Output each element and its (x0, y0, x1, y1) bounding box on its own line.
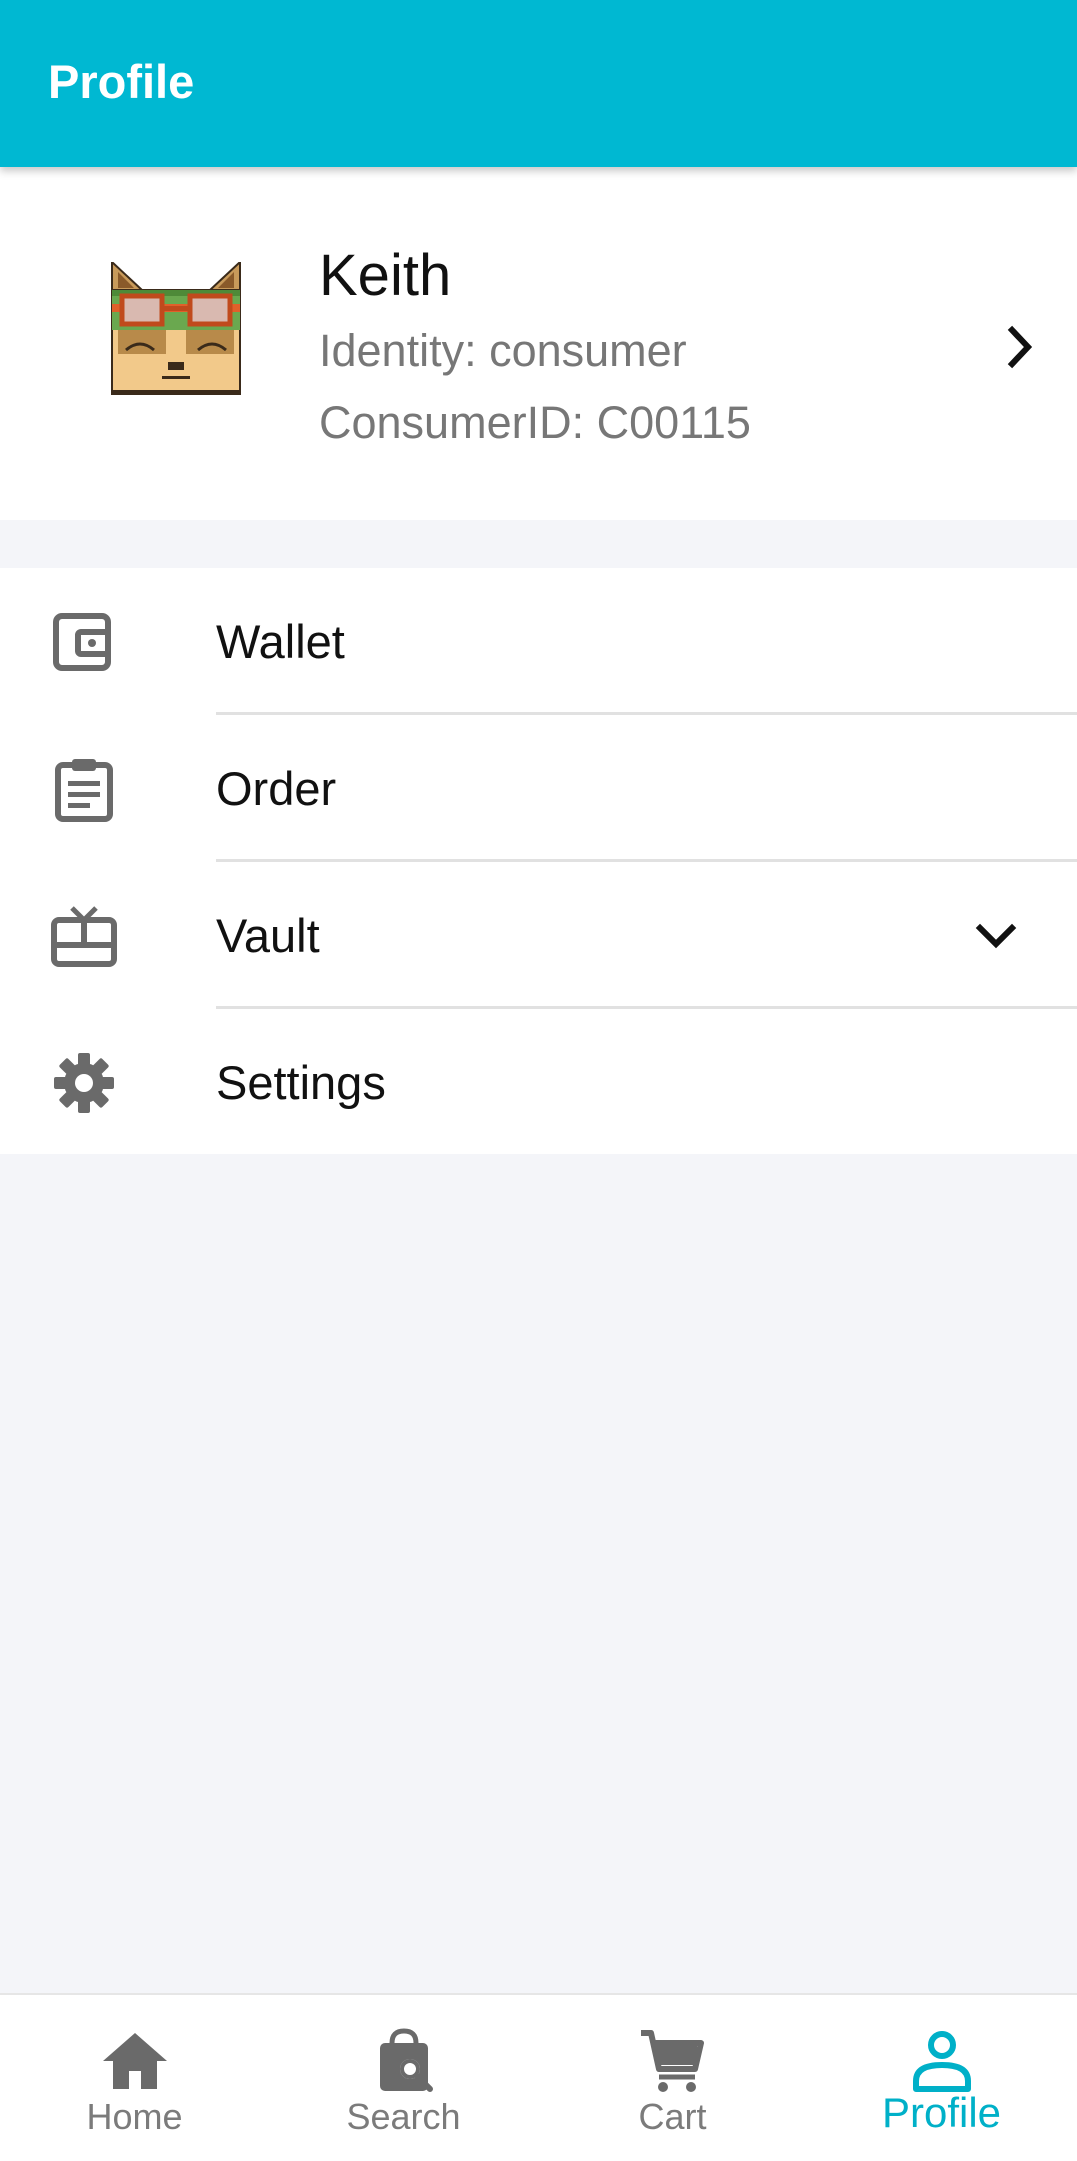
app-bar: Profile (0, 0, 1077, 167)
menu-item-label: Order (216, 762, 337, 815)
person-icon (906, 2027, 978, 2095)
nav-label: Profile (881, 2089, 1002, 2136)
cart-icon (637, 2027, 709, 2095)
gift-card-icon (50, 902, 118, 970)
wallet-icon (50, 608, 118, 676)
profile-menu: Wallet Order Vault Settings (0, 568, 1077, 1154)
gear-icon (50, 1049, 118, 1117)
nav-label: Search (346, 2096, 461, 2137)
chevron-down-icon[interactable] (974, 916, 1018, 956)
nav-item-search[interactable]: Search (269, 1995, 538, 2161)
avatar (110, 262, 242, 396)
menu-item-vault[interactable]: Vault (0, 862, 1077, 1009)
user-consumer-id: ConsumerID: C00115 (319, 397, 751, 448)
chevron-right-icon[interactable] (1000, 322, 1040, 372)
nav-item-home[interactable]: Home (0, 1995, 269, 2161)
menu-item-wallet[interactable]: Wallet (0, 568, 1077, 715)
menu-item-order[interactable]: Order (0, 715, 1077, 862)
clipboard-icon (50, 755, 118, 823)
menu-item-settings[interactable]: Settings (0, 1009, 1077, 1156)
home-icon (99, 2027, 171, 2095)
nav-label: Home (86, 2096, 183, 2137)
bottom-navigation: Home Search Cart Profile (0, 1993, 1077, 2161)
menu-item-label: Vault (216, 909, 320, 962)
user-name: Keith (319, 243, 452, 308)
menu-item-label: Wallet (216, 615, 345, 668)
nav-item-cart[interactable]: Cart (538, 1995, 807, 2161)
user-identity: Identity: consumer (319, 325, 687, 376)
menu-item-label: Settings (216, 1056, 386, 1109)
nav-label: Cart (638, 2096, 707, 2137)
search-bag-icon (368, 2027, 440, 2095)
profile-card[interactable]: Keith Identity: consumer ConsumerID: C00… (0, 167, 1077, 520)
nav-item-profile[interactable]: Profile (807, 1995, 1076, 2161)
page-title: Profile (48, 55, 195, 108)
cat-avatar-icon (111, 262, 241, 395)
